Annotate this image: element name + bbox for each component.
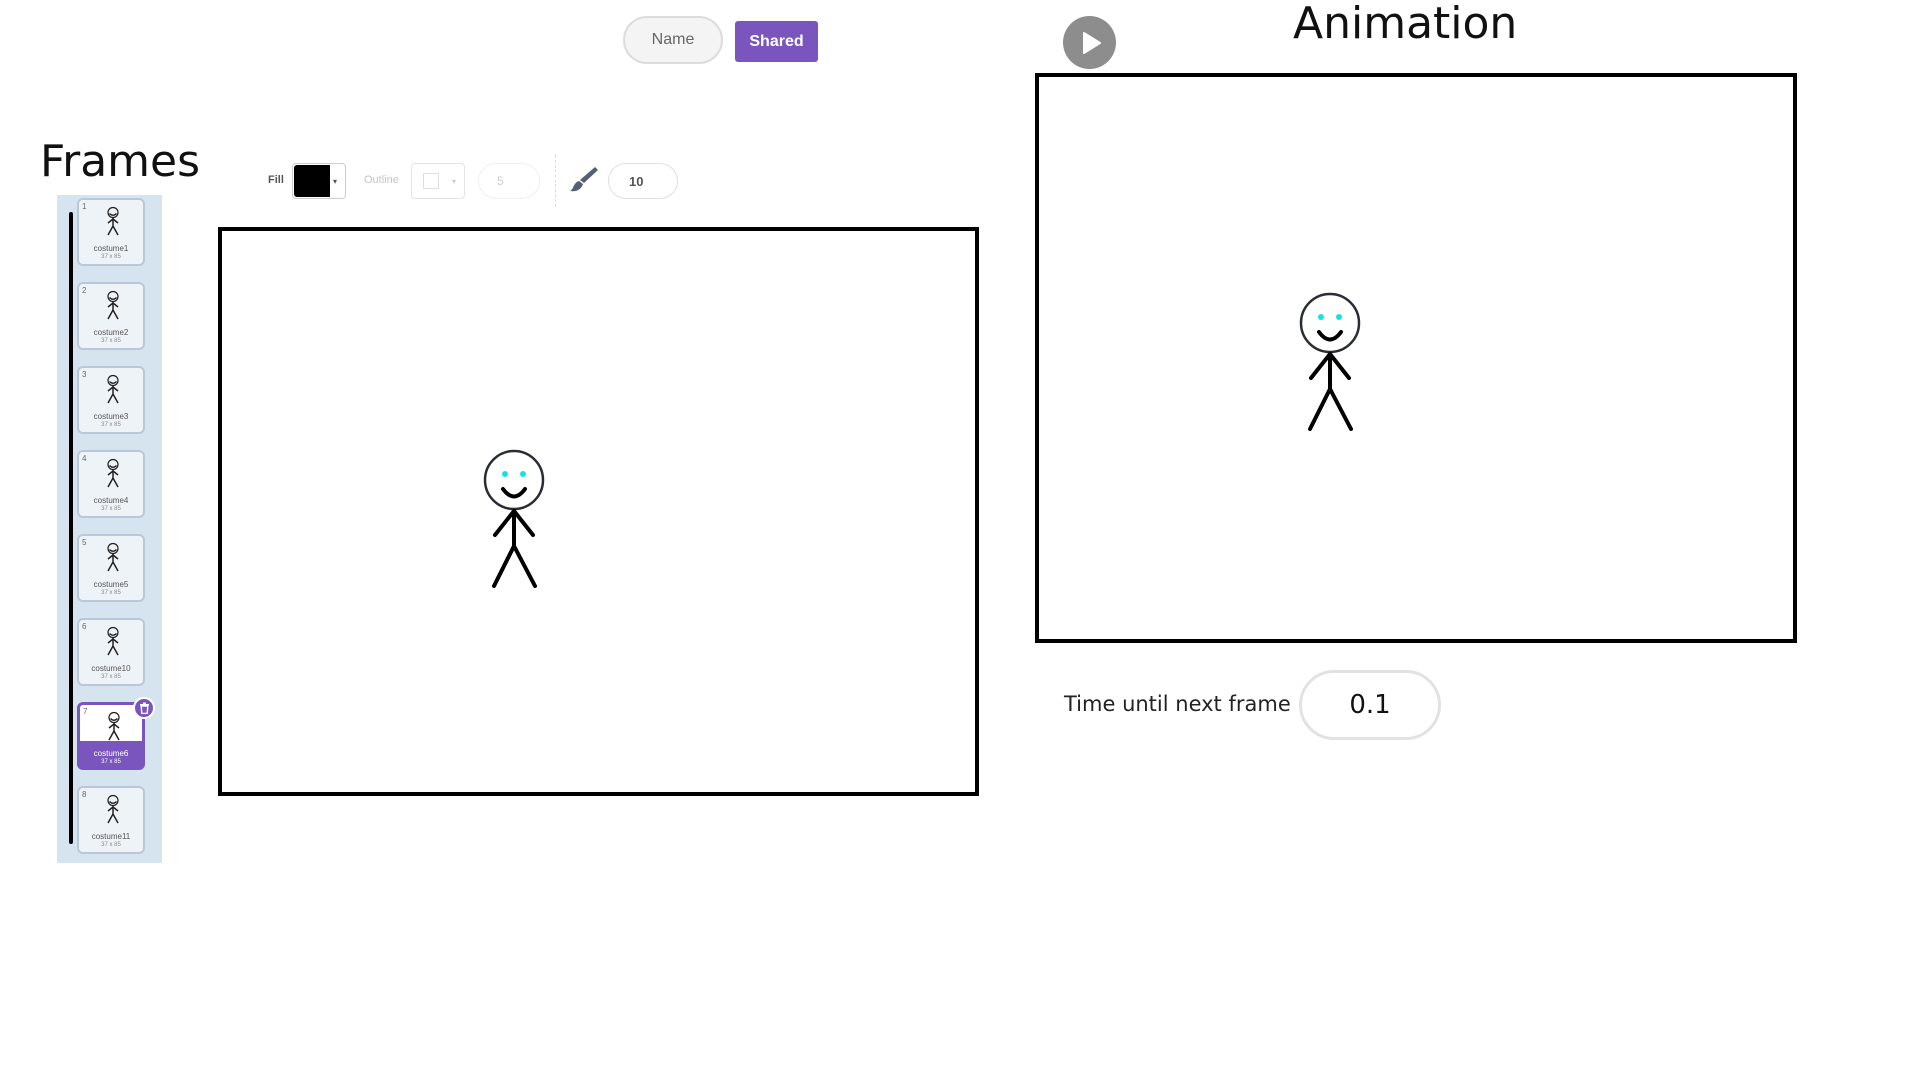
time-until-next-frame-input[interactable] <box>1299 670 1441 740</box>
play-button[interactable] <box>1063 16 1116 69</box>
stick-figure-thumbnail <box>107 290 119 320</box>
stick-figure <box>483 449 545 588</box>
caret-down-icon: ▾ <box>333 177 338 186</box>
frame-number: 8 <box>82 790 87 799</box>
caret-down-icon: ▾ <box>452 177 457 186</box>
frame-size: 37 x 85 <box>101 338 121 344</box>
play-icon <box>1082 31 1101 54</box>
frame-list-scrollbar[interactable] <box>69 212 73 844</box>
shared-toggle-button[interactable]: Shared <box>735 21 818 62</box>
stick-figure <box>1299 292 1361 431</box>
frame-tile[interactable]: 5 costume5 37 x 85 <box>77 534 145 602</box>
frame-name: costume10 <box>91 664 131 673</box>
stick-figure-thumbnail <box>107 542 119 572</box>
frame-size: 37 x 85 <box>101 422 121 428</box>
frame-tile[interactable]: 6 costume10 37 x 85 <box>77 618 145 686</box>
frame-number: 4 <box>82 454 87 463</box>
outline-label: Outline <box>364 174 399 186</box>
frame-tile[interactable]: 2 costume2 37 x 85 <box>77 282 145 350</box>
frame-number: 7 <box>83 707 88 716</box>
delete-frame-button[interactable] <box>133 697 155 719</box>
stick-figure-thumbnail <box>108 711 120 741</box>
drawing-canvas[interactable] <box>218 227 979 796</box>
frame-name: costume6 <box>93 749 129 758</box>
trash-icon <box>139 702 149 714</box>
time-until-next-frame-label: Time until next frame <box>1064 692 1291 716</box>
animation-title: Animation <box>1293 0 1518 49</box>
frame-tile[interactable]: 4 costume4 37 x 85 <box>77 450 145 518</box>
fill-color-picker[interactable]: ▾ <box>292 163 346 199</box>
frame-number: 3 <box>82 370 87 379</box>
frame-size: 37 x 85 <box>101 759 121 765</box>
fill-color-swatch <box>294 165 330 197</box>
frame-name: costume3 <box>93 412 129 421</box>
animation-preview-canvas <box>1035 73 1797 643</box>
stick-figure-thumbnail <box>107 206 119 236</box>
frame-name: costume4 <box>93 496 129 505</box>
frame-tile[interactable]: 3 costume3 37 x 85 <box>77 366 145 434</box>
frame-tile[interactable]: 8 costume11 37 x 85 <box>77 786 145 854</box>
frame-number: 5 <box>82 538 87 547</box>
stick-figure-thumbnail <box>107 458 119 488</box>
frame-number: 1 <box>82 202 87 211</box>
frame-size: 37 x 85 <box>101 254 121 260</box>
frame-size: 37 x 85 <box>101 590 121 596</box>
frame-number: 2 <box>82 286 87 295</box>
stick-figure-thumbnail <box>107 794 119 824</box>
brush-size-input[interactable]: 10 <box>608 163 678 199</box>
brush-icon <box>570 167 598 192</box>
frame-size: 37 x 85 <box>101 506 121 512</box>
outline-color-swatch <box>423 173 439 189</box>
outline-color-picker[interactable]: ▾ <box>411 163 465 199</box>
frames-title: Frames <box>40 136 201 187</box>
stick-figure-thumbnail <box>107 626 119 656</box>
stick-figure-thumbnail <box>107 374 119 404</box>
frame-name: costume2 <box>93 328 129 337</box>
frame-number: 6 <box>82 622 87 631</box>
fill-label: Fill <box>268 174 284 186</box>
frame-tile[interactable]: 1 costume1 37 x 85 <box>77 198 145 266</box>
frame-size: 37 x 85 <box>101 842 121 848</box>
frame-name: costume11 <box>91 832 131 841</box>
toolbar-divider <box>555 155 556 207</box>
outline-width-input[interactable]: 5 <box>478 163 540 199</box>
frame-name: costume1 <box>93 244 129 253</box>
frame-name: costume5 <box>93 580 129 589</box>
name-toggle-button[interactable]: Name <box>623 16 723 64</box>
frame-size: 37 x 85 <box>101 674 121 680</box>
